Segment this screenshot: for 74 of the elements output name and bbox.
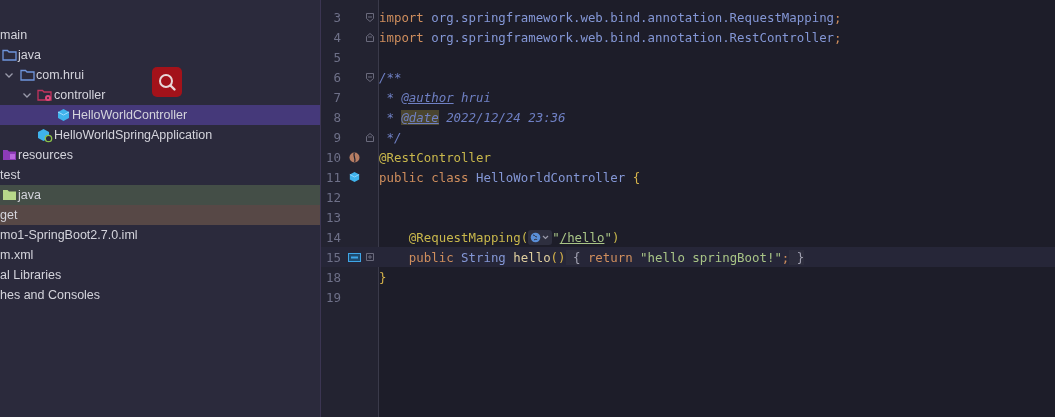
folder-icon — [1, 149, 17, 161]
code-line: public class HelloWorldController { — [379, 169, 641, 185]
tree-item-label: HelloWorldController — [72, 108, 188, 122]
code-line: @RestController — [379, 149, 491, 165]
globe-icon[interactable] — [528, 229, 553, 245]
cube-power-icon — [37, 127, 53, 143]
tree-item[interactable]: resources — [0, 145, 320, 165]
tree-item[interactable]: java — [0, 185, 320, 205]
tree-item[interactable]: al Libraries — [0, 265, 320, 285]
line-number: 11 — [324, 169, 341, 185]
code-line: } — [379, 269, 387, 285]
tree-item-label: hes and Consoles — [0, 288, 101, 302]
chevron-down-icon[interactable] — [22, 90, 32, 100]
line-number: 8 — [332, 109, 341, 125]
tree-item[interactable]: m.xml — [0, 245, 320, 265]
tree-item[interactable]: controller — [0, 85, 320, 105]
tree-item-label: com.hrui — [36, 68, 84, 82]
tree-item-label: main — [0, 28, 28, 42]
line-number: 12 — [324, 189, 341, 205]
line-number: 19 — [324, 289, 341, 305]
folder-icon — [1, 189, 17, 201]
line-number: 5 — [332, 49, 341, 65]
fold-icon[interactable] — [365, 11, 375, 23]
line-number: 14 — [324, 229, 341, 245]
tree-item[interactable]: main — [0, 25, 320, 45]
line-number: 15 — [324, 249, 341, 265]
line-number: 6 — [332, 69, 341, 85]
bean-icon[interactable] — [348, 151, 360, 163]
tree-item-label: java — [18, 188, 41, 202]
code-line: public String hello() { return "hello springBoot!"; } — [407, 249, 805, 265]
tree-item-label: get — [0, 208, 18, 222]
search-icon — [156, 71, 178, 93]
search-button[interactable] — [152, 67, 182, 97]
folder-gear-icon — [37, 88, 53, 102]
code-line: * @date 2022/12/24 23:36 — [385, 109, 566, 125]
fold-icon[interactable] — [365, 71, 375, 83]
line-number: 9 — [332, 129, 341, 145]
tree-item-label: controller — [54, 88, 106, 102]
expand-icon[interactable] — [365, 251, 375, 263]
tree-item[interactable]: com.hrui — [0, 65, 320, 85]
folder-icon — [1, 49, 17, 61]
tree-item-label: java — [18, 48, 41, 62]
code-line: */ — [385, 129, 402, 145]
line-number: 13 — [324, 209, 341, 225]
code-line: import org.springframework.web.bind.annotation.RestController; — [379, 29, 842, 45]
tree-item[interactable]: mo1-SpringBoot2.7.0.iml — [0, 225, 320, 245]
folder-icon — [19, 69, 35, 81]
code-line: @RequestMapping( "/hello") — [407, 229, 620, 245]
fold-icon[interactable] — [365, 131, 375, 143]
code-line: * @author hrui — [385, 89, 491, 105]
line-number: 4 — [332, 29, 341, 45]
chevron-down-icon[interactable] — [4, 70, 14, 80]
tree-item[interactable]: HelloWorldSpringApplication — [0, 125, 320, 145]
tree-item-label: m.xml — [0, 248, 34, 262]
tree-item[interactable]: hes and Consoles — [0, 285, 320, 305]
tree-item-label: mo1-SpringBoot2.7.0.iml — [0, 228, 138, 242]
tree-item-label: al Libraries — [0, 268, 62, 282]
line-number: 18 — [324, 269, 341, 285]
tree-item-label: test — [0, 168, 21, 182]
tree-item[interactable]: java — [0, 45, 320, 65]
code-line: import org.springframework.web.bind.annotation.RequestMapping; — [379, 9, 842, 25]
tree-item-label: resources — [18, 148, 73, 162]
line-number: 3 — [332, 9, 341, 25]
line-number: 10 — [324, 149, 341, 165]
fold-icon[interactable] — [365, 31, 375, 43]
tree-item-label: HelloWorldSpringApplication — [54, 128, 213, 142]
cube-icon — [56, 108, 70, 122]
line-number: 7 — [332, 89, 341, 105]
tree-item[interactable]: test — [0, 165, 320, 185]
endpoint-icon[interactable] — [347, 252, 361, 262]
tree-item[interactable]: HelloWorldController — [0, 105, 320, 125]
tree-item[interactable]: get — [0, 205, 320, 225]
code-line: /** — [379, 69, 402, 85]
cube-icon[interactable] — [348, 171, 360, 183]
